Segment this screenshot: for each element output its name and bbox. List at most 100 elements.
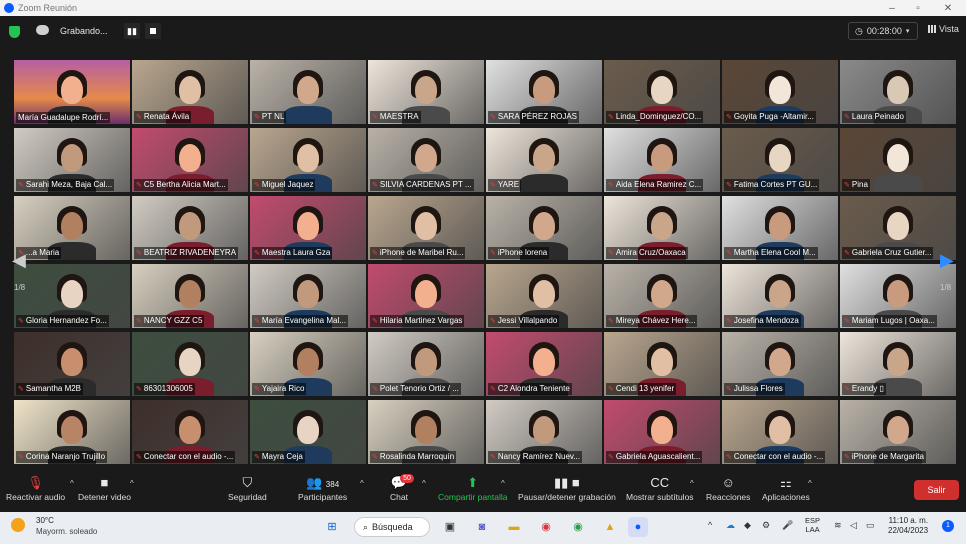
chrome-profile-icon[interactable]: ◉ (568, 517, 588, 537)
maximize-icon[interactable]: ▫ (904, 0, 932, 16)
tray-overflow-chevron-icon[interactable]: ^ (708, 520, 712, 530)
participant-tile[interactable]: ✎ NANCY GZZ C5 (132, 264, 248, 328)
captions-options-chevron-icon[interactable]: ^ (690, 479, 694, 488)
minimize-icon[interactable]: – (878, 0, 906, 16)
participant-name-text: SILVIA CARDENAS PT ... (379, 180, 472, 189)
video-options-chevron-icon[interactable]: ^ (130, 479, 134, 488)
share-options-chevron-icon[interactable]: ^ (501, 479, 505, 488)
taskbar-search[interactable]: ⌕ Búsqueda (354, 517, 430, 537)
tray-app-icon[interactable]: ◆ (744, 520, 751, 531)
participant-tile[interactable]: ✎ Gloria Hernandez Fo... (14, 264, 130, 328)
participant-tile[interactable]: ✎ PT NL (250, 60, 366, 124)
participant-tile[interactable]: ✎ Cendi 13 yenifer (604, 332, 720, 396)
speaker-icon[interactable]: ◁ (850, 520, 857, 531)
participant-tile[interactable]: ✎ Rosalinda Marroquín (368, 400, 484, 464)
teams-chat-icon[interactable]: ◙ (472, 517, 492, 537)
reactions-button[interactable]: ☺ Reacciones (706, 474, 750, 508)
view-button[interactable]: Vista (928, 24, 959, 34)
participant-tile[interactable]: ✎ SARA PÉREZ ROJAS (486, 60, 602, 124)
participant-tile[interactable]: ✎ Nancy Ramírez Nuev... (486, 400, 602, 464)
participant-tile[interactable]: ✎ Conectar con el audio -... (722, 400, 838, 464)
participants-options-chevron-icon[interactable]: ^ (360, 479, 364, 488)
participant-tile[interactable]: ✎ Miguel Jaquez (250, 128, 366, 192)
participant-tile[interactable]: ✎ Mariam Lugos | Oaxa... (840, 264, 956, 328)
participant-tile[interactable]: ✎ Goyita Puga -Altamir... (722, 60, 838, 124)
captions-button[interactable]: CC Mostrar subtítulos (626, 474, 694, 508)
close-icon[interactable]: ✕ (934, 0, 962, 16)
participant-tile[interactable]: ✎ iPhone de Maribel Ru... (368, 196, 484, 260)
participant-tile[interactable]: ✎ C5 Bertha Alicia Mart... (132, 128, 248, 192)
sun-weather-icon[interactable] (11, 518, 25, 532)
pause-recording-button[interactable]: ▮▮ (124, 23, 140, 39)
chat-options-chevron-icon[interactable]: ^ (422, 479, 426, 488)
apps-button[interactable]: ⚏ Aplicaciones (762, 474, 810, 508)
participants-button[interactable]: 👥 384 Participantes (298, 474, 347, 508)
notification-badge[interactable]: 1 (942, 520, 954, 532)
pause-stop-recording-button[interactable]: ▮▮ ■ Pausar/detener grabación (518, 474, 616, 508)
participant-tile[interactable]: ✎ YARE (486, 128, 602, 192)
participant-tile[interactable]: ✎ María Evangelina Mal... (250, 264, 366, 328)
apps-options-chevron-icon[interactable]: ^ (808, 479, 812, 488)
participant-name-text: Rosalinda Marroquín (379, 452, 455, 461)
zoom-taskbar-icon[interactable]: ● (628, 517, 648, 537)
stop-recording-button[interactable] (145, 23, 161, 39)
security-button[interactable]: ⛉ Seguridad (228, 474, 267, 508)
leave-button[interactable]: Salir (914, 480, 959, 500)
participant-tile[interactable]: ✎ Josefina Mendoza (722, 264, 838, 328)
task-view-icon[interactable]: ▣ (440, 517, 460, 537)
participant-name-text: Hilaria Martinez Vargas (379, 316, 463, 325)
participant-tile[interactable]: ✎ Conectar con el audio -... (132, 400, 248, 464)
participant-tile[interactable]: ✎ Mireya Chávez Here... (604, 264, 720, 328)
participant-tile[interactable]: ✎ Corina Naranjo Trujillo (14, 400, 130, 464)
participant-tile[interactable]: ✎ Linda_Dominguez/CO... (604, 60, 720, 124)
start-windows-icon[interactable]: ⊞ (322, 517, 342, 537)
paint-icon[interactable]: ▲ (600, 517, 620, 537)
participant-tile[interactable]: ✎ SILVIA CARDENAS PT ... (368, 128, 484, 192)
participant-tile[interactable]: ✎ Martha Elena Cool M... (722, 196, 838, 260)
wifi-icon[interactable]: ≋ (834, 520, 842, 531)
participant-tile[interactable]: ✎ Polet Tenorio Ortiz / ... (368, 332, 484, 396)
participant-tile[interactable]: ✎ Samantha M2B (14, 332, 130, 396)
participant-tile[interactable]: ✎ iPhone de Margarita (840, 400, 956, 464)
participant-tile[interactable]: ✎ Gabriela Cruz Gutier... (840, 196, 956, 260)
participant-tile[interactable]: ✎ Sarahi Meza, Baja Cal... (14, 128, 130, 192)
participant-tile[interactable]: ✎ C2 Alondra Teniente (486, 332, 602, 396)
participant-tile[interactable]: ✎ iPhone lorena (486, 196, 602, 260)
language-indicator[interactable]: ESP LAA (805, 516, 820, 534)
participant-tile[interactable]: ✎ Hilaria Martinez Vargas (368, 264, 484, 328)
unmute-button[interactable]: 🎙 Reactivar audio (6, 474, 65, 508)
chat-button[interactable]: 💬 50 Chat (390, 474, 414, 508)
participant-tile[interactable]: ✎ Gabriela Aguascalient... (604, 400, 720, 464)
chrome-icon[interactable]: ◉ (536, 517, 556, 537)
participant-tile[interactable]: ✎ Fatima Cortes PT GU... (722, 128, 838, 192)
audio-options-chevron-icon[interactable]: ^ (70, 479, 74, 488)
battery-icon[interactable]: ▭ (866, 520, 875, 531)
system-clock[interactable]: 11:10 a. m. 22/04/2023 (888, 516, 928, 536)
participant-tile[interactable]: ✎ Mayra Ceja (250, 400, 366, 464)
meeting-timer[interactable]: ◷ 00:28:00 ▾ (848, 22, 918, 40)
participant-tile[interactable]: ✎ Jessi Villalpando (486, 264, 602, 328)
participant-tile[interactable]: ✎ Maestra Laura Gza (250, 196, 366, 260)
participant-tile[interactable]: ✎ Julissa Flores (722, 332, 838, 396)
shield-icon[interactable] (9, 26, 20, 38)
participant-tile[interactable]: ✎ BEATRIZ RIVADENEYRA (132, 196, 248, 260)
participant-tile[interactable]: ✎ 86301306005 (132, 332, 248, 396)
participant-tile[interactable]: ✎ Erandy ▯ (840, 332, 956, 396)
share-screen-button[interactable]: ⬆ Compartir pantalla (438, 474, 507, 508)
participant-tile[interactable]: María Guadalupe Rodrí... (14, 60, 130, 124)
participant-tile[interactable]: ✎ Amira Cruz/Oaxaca (604, 196, 720, 260)
participant-tile[interactable]: ✎ Laura Peinado (840, 60, 956, 124)
participant-tile[interactable]: ✎ Yajaira Rico (250, 332, 366, 396)
participant-tile[interactable]: ✎ MAESTRA (368, 60, 484, 124)
previous-page-arrow-icon[interactable]: ◀ (12, 250, 26, 271)
next-page-arrow-icon[interactable]: ▶ (940, 250, 954, 271)
participant-tile[interactable]: ✎ Renata Ávila (132, 60, 248, 124)
file-explorer-icon[interactable]: ▬ (504, 517, 524, 537)
participant-tile[interactable]: ✎ Aida Elena Ramirez C... (604, 128, 720, 192)
participant-tile[interactable]: ✎ Pina (840, 128, 956, 192)
tray-microphone-icon[interactable]: 🎤 (782, 520, 793, 531)
tray-settings-icon[interactable]: ⚙ (762, 520, 770, 531)
onedrive-icon[interactable]: ☁ (726, 520, 735, 531)
stop-video-button[interactable]: ■ Detener video (78, 474, 131, 508)
participant-tile[interactable]: ✎ ...a Maria (14, 196, 130, 260)
